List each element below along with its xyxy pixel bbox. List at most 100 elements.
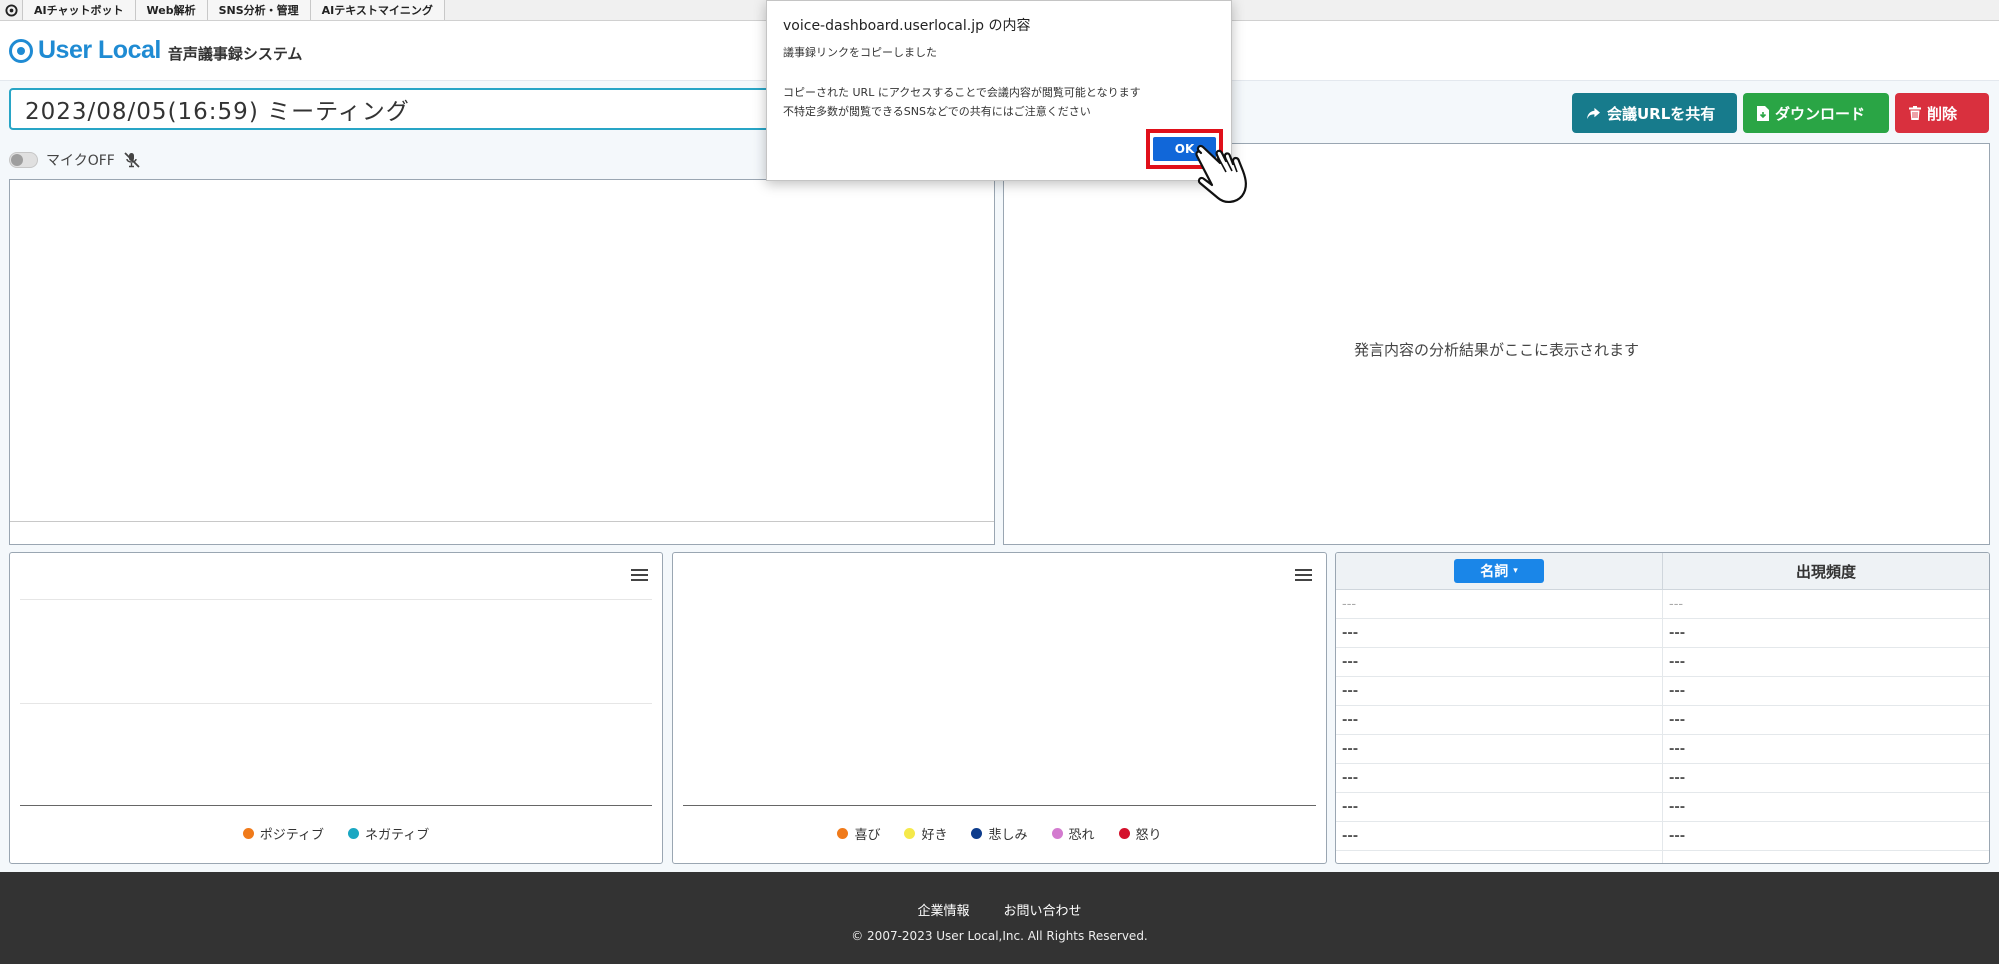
share-arrow-icon — [1587, 107, 1600, 119]
tab-sns-analytics[interactable]: SNS分析・管理 — [207, 0, 311, 20]
delete-label: 削除 — [1927, 104, 1958, 123]
frequency-column-header: 出現頻度 — [1662, 553, 1989, 590]
dialog-note-line: 不特定多数が閲覧できるSNSなどでの共有にはご注意ください — [783, 105, 1091, 118]
share-url-button[interactable]: 会議URLを共有 — [1572, 93, 1737, 133]
legend-label: ポジティブ — [259, 828, 324, 843]
emotion-legend: 喜び 好き 悲しみ 恐れ 怒り — [673, 824, 1326, 843]
bottom-strip — [0, 964, 1999, 977]
brand-name: User Local — [38, 36, 161, 64]
dialog-note-line: コピーされた URL にアクセスすることで会議内容が閲覧可能となります — [783, 86, 1141, 99]
count-cell: --- — [1662, 763, 1989, 793]
tab-ai-text-mining[interactable]: AIテキストマイニング — [310, 0, 445, 20]
legend-label: 恐れ — [1068, 828, 1095, 843]
pos-column-header: 名詞 ▾ — [1336, 553, 1663, 590]
word-cell: --- — [1336, 647, 1663, 677]
legend-dot — [904, 828, 916, 839]
mic-status-label: マイクOFF — [46, 153, 115, 169]
delete-button[interactable]: 削除 — [1895, 93, 1989, 133]
legend-dot — [1118, 828, 1130, 839]
legend-label: 悲しみ — [988, 828, 1028, 843]
legend-item-positive[interactable]: ポジティブ — [242, 824, 324, 843]
transcript-divider — [10, 521, 994, 522]
word-cell: --- — [1336, 821, 1663, 851]
chart-menu-hamburger-icon[interactable] — [631, 569, 648, 584]
userlocal-logo-icon — [9, 38, 33, 63]
chart-x-axis — [683, 805, 1316, 806]
footer-links: 企業情報 お問い合わせ — [0, 900, 1999, 919]
trash-icon — [1909, 106, 1921, 120]
word-cell: --- — [1336, 850, 1663, 863]
footer-link-company[interactable]: 企業情報 — [917, 900, 969, 919]
caret-down-icon: ▾ — [1513, 566, 1518, 576]
legend-item-like[interactable]: 好き — [904, 824, 947, 843]
count-cell: --- — [1662, 792, 1989, 822]
dropdown-label: 名詞 — [1480, 564, 1509, 580]
action-buttons: 会議URLを共有 ダウンロード 削除 — [1572, 93, 1989, 133]
legend-item-joy[interactable]: 喜び — [837, 824, 880, 843]
table-row: ------ — [1336, 618, 1989, 648]
word-cell: --- — [1336, 589, 1663, 619]
word-cell: --- — [1336, 734, 1663, 764]
legend-dot — [242, 828, 254, 839]
table-row: ------ — [1336, 589, 1989, 619]
table-row: ------ — [1336, 850, 1989, 863]
legend-dot — [837, 828, 849, 839]
sentiment-chart-panel: ポジティブ ネガティブ — [9, 552, 663, 864]
pointer-hand-cursor-icon — [1195, 144, 1247, 203]
legend-label: 怒り — [1135, 828, 1162, 843]
legend-dot — [348, 828, 359, 839]
chart-menu-hamburger-icon[interactable] — [1295, 569, 1312, 584]
chart-x-axis — [20, 805, 652, 806]
part-of-speech-dropdown[interactable]: 名詞 ▾ — [1454, 559, 1544, 583]
count-cell: --- — [1662, 676, 1989, 706]
mic-toggle-switch[interactable] — [9, 152, 38, 168]
legend-dot — [1051, 828, 1063, 839]
download-button[interactable]: ダウンロード — [1743, 93, 1889, 133]
legend-item-fear[interactable]: 恐れ — [1051, 824, 1095, 843]
count-cell: --- — [1662, 705, 1989, 735]
mic-toggle-row: マイクOFF — [9, 150, 141, 170]
userlocal-small-logo-icon[interactable] — [0, 0, 23, 20]
count-cell: --- — [1662, 618, 1989, 648]
count-cell: --- — [1662, 821, 1989, 851]
word-cell: --- — [1336, 705, 1663, 735]
analysis-placeholder-text: 発言内容の分析結果がここに表示されます — [1353, 341, 1639, 359]
transcript-panel[interactable] — [9, 179, 995, 545]
count-cell: --- — [1662, 850, 1989, 863]
chart-gridline — [20, 703, 652, 704]
count-cell: --- — [1662, 647, 1989, 677]
table-row: ------ — [1336, 763, 1989, 793]
copyright-text: © 2007-2023 User Local,Inc. All Rights R… — [851, 929, 1148, 943]
sentiment-legend: ポジティブ ネガティブ — [10, 824, 662, 843]
word-cell: --- — [1336, 763, 1663, 793]
word-frequency-table: 名詞 ▾ 出現頻度 --- --- --- --- --- --- --- --- --… — [1336, 553, 1989, 863]
share-url-label: 会議URLを共有 — [1607, 104, 1716, 123]
footer-link-contact[interactable]: お問い合わせ — [1004, 900, 1082, 919]
analysis-panel: 発言内容の分析結果がここに表示されます — [1003, 143, 1990, 545]
table-row: ------ — [1336, 734, 1989, 764]
word-frequency-panel: 名詞 ▾ 出現頻度 --- --- --- --- --- --- --- --- --… — [1335, 552, 1990, 864]
download-label: ダウンロード — [1775, 104, 1866, 123]
table-row: ------ — [1336, 821, 1989, 851]
tab-web-analytics[interactable]: Web解析 — [135, 0, 208, 20]
legend-item-sadness[interactable]: 悲しみ — [971, 824, 1028, 843]
brand-logo[interactable]: User Local 音声議事録システム — [9, 36, 302, 65]
legend-dot — [971, 828, 983, 839]
word-cell: --- — [1336, 792, 1663, 822]
legend-item-anger[interactable]: 怒り — [1118, 824, 1162, 843]
word-cell: --- — [1336, 618, 1663, 648]
dialog-message: 議事録リンクをコピーしました — [783, 46, 937, 59]
tab-ai-chatbot[interactable]: AIチャットボット — [23, 0, 136, 20]
legend-item-negative[interactable]: ネガティブ — [348, 824, 429, 843]
main-content: 2023/08/05(16:59) ミーティング 会議URLを共有 ダウンロード… — [0, 81, 1999, 872]
table-row: ------ — [1336, 676, 1989, 706]
table-row: ------ — [1336, 792, 1989, 822]
table-row: ------ — [1336, 705, 1989, 735]
dialog-title: voice-dashboard.userlocal.jp の内容 — [783, 18, 1031, 34]
count-cell: --- — [1662, 734, 1989, 764]
legend-label: ネガティブ — [365, 828, 430, 843]
emotion-chart-panel: 喜び 好き 悲しみ 恐れ 怒り — [672, 552, 1327, 864]
app-subtitle: 音声議事録システム — [167, 45, 303, 63]
table-row: ------ — [1336, 647, 1989, 677]
page-footer: 企業情報 お問い合わせ © 2007-2023 User Local,Inc. … — [0, 872, 1999, 964]
